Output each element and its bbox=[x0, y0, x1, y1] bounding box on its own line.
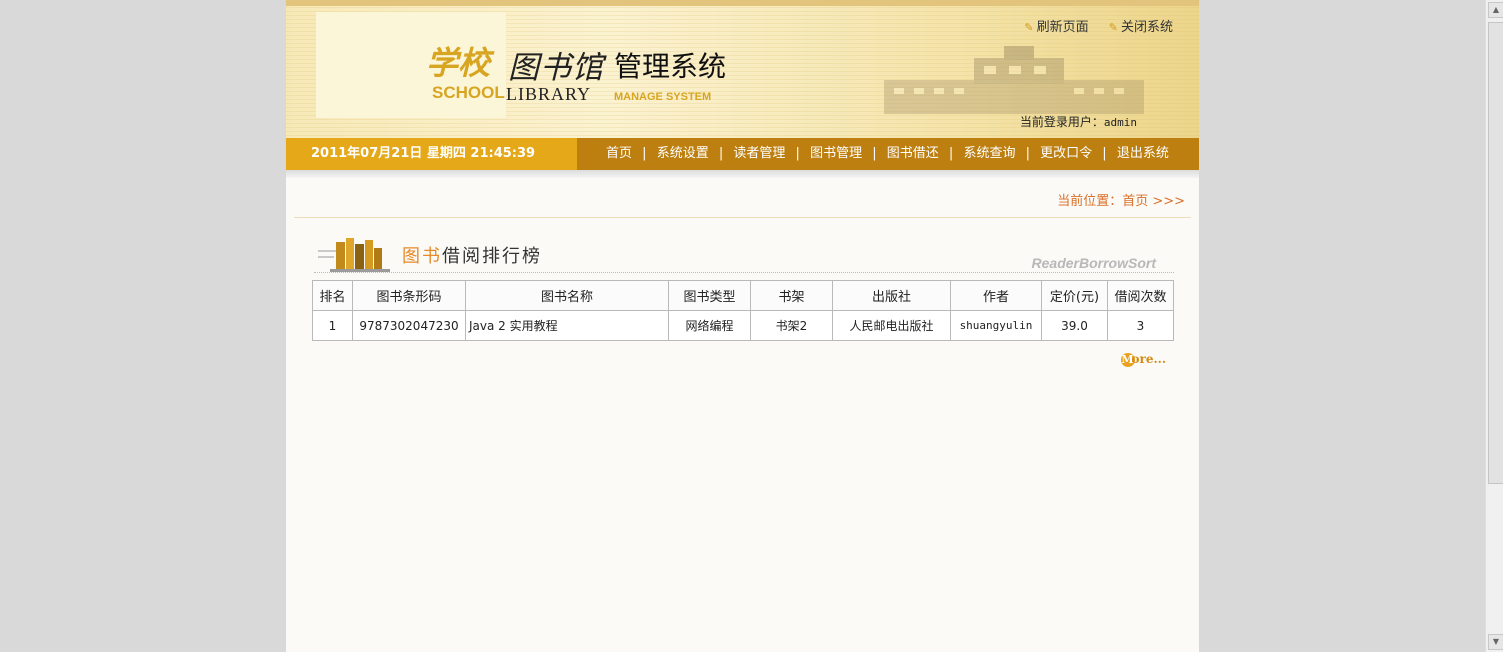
refresh-page-label: 刷新页面 bbox=[1036, 20, 1089, 35]
col-header-shelf: 书架 bbox=[750, 280, 833, 311]
close-system-link[interactable]: ✎ 关闭系统 bbox=[1109, 20, 1173, 35]
nav-item-reader-management[interactable]: 读者管理 bbox=[733, 146, 785, 161]
table-row: 1 9787302047230 Java 2 实用教程 网络编程 书架2 人民邮… bbox=[312, 310, 1174, 341]
current-user-name: admin bbox=[1103, 116, 1137, 129]
nav-bottom-strip bbox=[286, 170, 1199, 178]
nav-item-book-management[interactable]: 图书管理 bbox=[810, 146, 862, 161]
cell-book-type: 网络编程 bbox=[668, 310, 751, 341]
refresh-page-link[interactable]: ✎ 刷新页面 bbox=[1024, 20, 1088, 35]
section-title-part1: 图书 bbox=[402, 246, 442, 267]
vertical-scrollbar[interactable]: ▲ ▼ bbox=[1485, 0, 1503, 652]
header-banner: 学校 图书馆 管理系统 SCHOOL LIBRARY MANAGE SYSTEM… bbox=[286, 0, 1199, 138]
cell-publisher: 人民邮电出版社 bbox=[832, 310, 951, 341]
section-title-en: ReaderBorrowSort bbox=[1031, 255, 1156, 271]
logo-manage-cn: 管理系统 bbox=[614, 50, 727, 83]
page-container: 学校 图书馆 管理系统 SCHOOL LIBRARY MANAGE SYSTEM… bbox=[285, 0, 1200, 652]
scroll-down-arrow-icon[interactable]: ▼ bbox=[1488, 634, 1503, 650]
nav-item-logout[interactable]: 退出系统 bbox=[1117, 146, 1169, 161]
nav-item-home[interactable]: 首页 bbox=[606, 146, 632, 161]
nav-item-change-password[interactable]: 更改口令 bbox=[1040, 146, 1092, 161]
logo-library-cn: 图书馆 bbox=[508, 50, 604, 86]
more-link[interactable]: More... bbox=[1120, 352, 1167, 367]
divider bbox=[294, 217, 1191, 218]
breadcrumb: 当前位置：首页 >>> bbox=[1057, 194, 1185, 209]
banner-top-line bbox=[286, 0, 1199, 6]
library-building-image bbox=[884, 46, 1144, 114]
nav-separator: | bbox=[948, 146, 954, 161]
date-time-display: 2011年07月21日 星期四 21:45:39 bbox=[286, 138, 577, 170]
col-header-author: 作者 bbox=[950, 280, 1042, 311]
close-system-label: 关闭系统 bbox=[1120, 20, 1173, 35]
scroll-up-arrow-icon[interactable]: ▲ bbox=[1488, 2, 1503, 18]
nav-item-borrow-return[interactable]: 图书借还 bbox=[887, 146, 939, 161]
col-header-publisher: 出版社 bbox=[832, 280, 951, 311]
col-header-price: 定价(元) bbox=[1041, 280, 1108, 311]
scrollbar-thumb[interactable] bbox=[1488, 22, 1503, 484]
logo-library-en: LIBRARY bbox=[506, 84, 592, 104]
cell-barcode: 9787302047230 bbox=[352, 310, 466, 341]
col-header-barcode: 图书条形码 bbox=[352, 280, 466, 311]
logo-manage-en: MANAGE SYSTEM bbox=[614, 91, 712, 103]
col-header-rank: 排名 bbox=[312, 280, 353, 311]
cell-author: shuangyulin bbox=[950, 310, 1042, 341]
nav-separator: | bbox=[1025, 146, 1030, 161]
current-user: 当前登录用户：admin bbox=[1020, 113, 1137, 130]
nav-separator: | bbox=[795, 146, 800, 161]
col-header-book-name: 图书名称 bbox=[465, 280, 669, 311]
cell-shelf: 书架2 bbox=[750, 310, 833, 341]
cell-borrow-count: 3 bbox=[1107, 310, 1174, 341]
nav-item-system-settings[interactable]: 系统设置 bbox=[657, 146, 709, 161]
section-title: 图书借阅排行榜 bbox=[402, 242, 542, 268]
col-header-book-type: 图书类型 bbox=[668, 280, 751, 311]
cell-book-name: Java 2 实用教程 bbox=[465, 310, 669, 341]
cell-rank: 1 bbox=[312, 310, 353, 341]
col-header-borrow-count: 借阅次数 bbox=[1107, 280, 1174, 311]
feather-icon: ✎ bbox=[1024, 21, 1034, 34]
section-header: 图书借阅排行榜 ReaderBorrowSort bbox=[312, 236, 1172, 274]
books-icon bbox=[318, 238, 390, 272]
nav-separator: | bbox=[718, 146, 724, 161]
current-user-label: 当前登录用户： bbox=[1019, 115, 1104, 129]
top-links: ✎ 刷新页面 ✎ 关闭系统 bbox=[1008, 16, 1173, 35]
nav-separator: | bbox=[1102, 146, 1107, 161]
table-header-row: 排名 图书条形码 图书名称 图书类型 书架 出版社 作者 定价(元) 借阅次数 bbox=[312, 280, 1174, 311]
borrow-ranking-table: 排名 图书条形码 图书名称 图书类型 书架 出版社 作者 定价(元) 借阅次数 … bbox=[312, 280, 1174, 341]
cell-price: 39.0 bbox=[1041, 310, 1108, 341]
section-title-part2: 借阅排行榜 bbox=[442, 246, 542, 267]
main-navbar: 2011年07月21日 星期四 21:45:39 首页 | 系统设置 | 读者管… bbox=[286, 138, 1199, 170]
nav-item-system-query[interactable]: 系统查询 bbox=[963, 146, 1015, 161]
nav-separator: | bbox=[872, 146, 877, 161]
nav-separator: | bbox=[642, 146, 647, 161]
dotted-divider bbox=[314, 272, 1174, 273]
more-label: ore... bbox=[1131, 352, 1167, 366]
nav-menu: 首页 | 系统设置 | 读者管理 | 图书管理 | 图书借还 | 系统查询 | … bbox=[606, 138, 1169, 170]
logo-school-cn: 学校 bbox=[426, 44, 491, 82]
feather-icon: ✎ bbox=[1108, 21, 1118, 34]
logo-school-en: SCHOOL bbox=[432, 83, 505, 102]
